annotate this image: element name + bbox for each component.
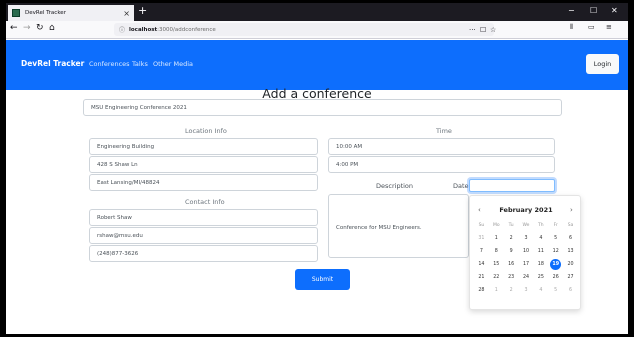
url-host: localhost [129, 26, 158, 33]
calendar-day[interactable]: 5 [548, 232, 563, 245]
building-input[interactable]: Engineering Building [89, 138, 318, 155]
weekday-header: Tu [508, 223, 514, 228]
conference-name-input[interactable]: MSU Engineering Conference 2021 [83, 99, 562, 116]
calendar-day-selected[interactable]: 19 [548, 258, 563, 271]
calendar-day[interactable]: 13 [563, 245, 578, 258]
calendar-day[interactable]: 3 [519, 232, 534, 245]
nav-other-media[interactable]: Other Media [153, 60, 193, 68]
calendar-day[interactable]: 1 [489, 284, 504, 297]
favicon-icon [12, 9, 20, 17]
calendar-day[interactable]: 16 [504, 258, 519, 271]
forward-icon[interactable]: → [23, 23, 31, 33]
close-window-button[interactable]: ✕ [611, 6, 618, 15]
calendar-day[interactable]: 25 [533, 271, 548, 284]
calendar-day[interactable]: 5 [548, 284, 563, 297]
calendar-day[interactable]: 28 [474, 284, 489, 297]
calendar-day[interactable]: 10 [519, 245, 534, 258]
new-tab-button[interactable]: + [138, 4, 147, 17]
tab-close-icon[interactable]: × [123, 9, 130, 18]
calendar-day[interactable]: 4 [533, 284, 548, 297]
calendar-day[interactable]: 20 [563, 258, 578, 271]
calendar-day[interactable]: 22 [489, 271, 504, 284]
calendar-day[interactable]: 27 [563, 271, 578, 284]
calendar-day[interactable]: 26 [548, 271, 563, 284]
nav-talks[interactable]: Talks [132, 60, 148, 68]
weekday-header: Mo [492, 223, 500, 228]
site-info-icon[interactable]: ⓘ [119, 25, 125, 34]
contact-info-label: Contact Info [185, 198, 225, 206]
date-input[interactable] [469, 179, 555, 192]
nav-conferences[interactable]: Conferences [89, 60, 130, 68]
page-actions-icon[interactable]: ··· [469, 26, 476, 34]
description-label: Description [376, 182, 414, 190]
calendar-day[interactable]: 8 [489, 245, 504, 258]
location-info-label: Location Info [185, 127, 227, 135]
menu-icon[interactable]: ≡ [606, 23, 612, 31]
city-state-zip-input[interactable]: East Lansing/MI/48824 [89, 174, 318, 191]
browser-toolbar: ← → ↻ ⌂ ⓘ localhost:3000/addconference ·… [6, 21, 628, 39]
date-label: Date [453, 182, 469, 190]
weekday-header: Su [478, 223, 485, 228]
bookmark-star-icon[interactable]: ☆ [490, 26, 496, 34]
contact-phone-input[interactable]: (248)877-3626 [89, 245, 318, 262]
tab-title: DevRel Tracker [25, 10, 66, 16]
library-icon[interactable]: ⫴ [570, 23, 573, 32]
calendar-day[interactable]: 17 [519, 258, 534, 271]
weekday-header: We [522, 223, 530, 228]
street-input[interactable]: 428 S Shaw Ln [89, 156, 318, 173]
tab-strip: DevRel Tracker × + − ☐ ✕ [6, 3, 628, 21]
calendar-day[interactable]: 2 [504, 232, 519, 245]
calendar-day[interactable]: 18 [533, 258, 548, 271]
next-month-icon[interactable]: › [570, 206, 573, 214]
maximize-button[interactable]: ☐ [590, 6, 597, 15]
datepicker-popup: ‹ February 2021 › Su Mo Tu We Th Fr Sa 31 1 2 3 4 5 6… [469, 195, 581, 310]
submit-button[interactable]: Submit [295, 269, 350, 290]
calendar-day[interactable]: 7 [474, 245, 489, 258]
calendar-day[interactable]: 24 [519, 271, 534, 284]
sidebar-icon[interactable]: ▭ [588, 23, 595, 31]
calendar-day[interactable]: 21 [474, 271, 489, 284]
calendar-day[interactable]: 15 [489, 258, 504, 271]
browser-tab[interactable]: DevRel Tracker × [8, 5, 134, 21]
pocket-icon[interactable]: ☐ [480, 26, 486, 34]
weekday-header: Fr [553, 223, 558, 228]
contact-email-input[interactable]: rshaw@msu.edu [89, 227, 318, 244]
calendar-day[interactable]: 23 [504, 271, 519, 284]
calendar-day[interactable]: 12 [548, 245, 563, 258]
calendar-day[interactable]: 14 [474, 258, 489, 271]
contact-name-input[interactable]: Robert Shaw [89, 209, 318, 226]
calendar-day[interactable]: 31 [474, 232, 489, 245]
datepicker-grid: Su Mo Tu We Th Fr Sa 31 1 2 3 4 5 6 7 8 9 10 11 12 13 14 15 16 1… [474, 220, 578, 297]
url-path: :3000/addconference [157, 26, 216, 33]
weekday-header: Th [538, 223, 544, 228]
calendar-day[interactable]: 6 [563, 284, 578, 297]
app-navbar: DevRel Tracker Conferences Talks Other M… [6, 40, 628, 90]
login-button[interactable]: Login [586, 54, 619, 74]
calendar-day[interactable]: 11 [533, 245, 548, 258]
calendar-day[interactable]: 6 [563, 232, 578, 245]
brand-logo[interactable]: DevRel Tracker [21, 59, 84, 68]
start-time-input[interactable]: 10:00 AM [328, 138, 555, 155]
end-time-input[interactable]: 4:00 PM [328, 156, 555, 173]
reload-icon[interactable]: ↻ [36, 23, 44, 33]
calendar-day[interactable]: 2 [504, 284, 519, 297]
time-label: Time [436, 127, 452, 135]
minimize-button[interactable]: − [568, 6, 575, 15]
description-textarea[interactable]: Conference for MSU Engineers. [328, 194, 469, 258]
home-icon[interactable]: ⌂ [49, 23, 55, 33]
url-bar[interactable]: ⓘ localhost:3000/addconference ··· ☐ ☆ [114, 23, 496, 36]
back-icon[interactable]: ← [10, 23, 18, 33]
weekday-header: Sa [567, 223, 574, 228]
datepicker-month: February 2021 [499, 206, 553, 214]
calendar-day[interactable]: 4 [533, 232, 548, 245]
calendar-day[interactable]: 3 [519, 284, 534, 297]
calendar-day[interactable]: 1 [489, 232, 504, 245]
calendar-day[interactable]: 9 [504, 245, 519, 258]
